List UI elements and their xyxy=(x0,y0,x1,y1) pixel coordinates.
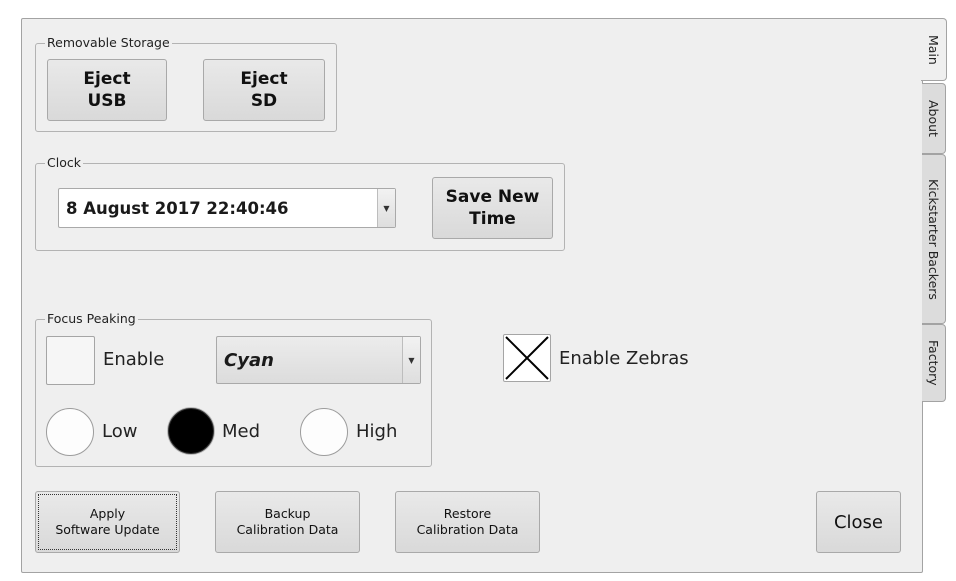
removable-storage-group: Removable Storage Eject USB Eject SD xyxy=(35,35,337,132)
radio-med-label: Med xyxy=(222,421,261,442)
save-new-time-button[interactable]: Save New Time xyxy=(432,177,553,239)
chevron-down-icon[interactable]: ▼ xyxy=(402,337,420,383)
tab-kickstarter-backers[interactable]: Kickstarter Backers xyxy=(922,154,946,324)
restore-calibration-button[interactable]: Restore Calibration Data xyxy=(395,491,540,553)
focus-peaking-title: Focus Peaking xyxy=(45,311,138,327)
close-button[interactable]: Close xyxy=(816,491,901,553)
radio-high[interactable] xyxy=(300,408,348,456)
chevron-down-icon[interactable]: ▼ xyxy=(377,189,395,227)
eject-sd-button[interactable]: Eject SD xyxy=(203,59,325,121)
eject-usb-button[interactable]: Eject USB xyxy=(47,59,167,121)
focus-peaking-group: Focus Peaking Enable Cyan ▼ Low Med High xyxy=(35,311,432,467)
apply-software-update-button[interactable]: Apply Software Update xyxy=(35,491,180,553)
eject-sd-label: Eject SD xyxy=(240,69,288,111)
tab-kickstarter-backers-label: Kickstarter Backers xyxy=(926,178,941,300)
datetime-value: 8 August 2017 22:40:46 xyxy=(66,198,289,218)
tab-about[interactable]: About xyxy=(922,83,946,154)
removable-storage-title: Removable Storage xyxy=(45,35,172,51)
focus-peaking-enable-checkbox[interactable] xyxy=(46,336,95,385)
close-label: Close xyxy=(833,511,884,533)
restore-calibration-label: Restore Calibration Data xyxy=(416,506,519,537)
check-x-icon xyxy=(505,336,549,380)
eject-usb-label: Eject USB xyxy=(83,69,131,111)
main-panel: Removable Storage Eject USB Eject SD Clo… xyxy=(21,18,923,573)
radio-low[interactable] xyxy=(46,408,94,456)
focus-peaking-enable-label: Enable xyxy=(103,349,165,370)
radio-med[interactable] xyxy=(168,408,214,454)
radio-low-label: Low xyxy=(102,421,138,442)
save-new-time-label: Save New Time xyxy=(445,187,540,229)
clock-title: Clock xyxy=(45,155,83,171)
backup-calibration-label: Backup Calibration Data xyxy=(236,506,339,537)
zebras-checkbox[interactable] xyxy=(503,334,551,382)
peaking-color-select[interactable]: Cyan ▼ xyxy=(216,336,421,384)
tab-about-label: About xyxy=(926,100,941,137)
zebras-label: Enable Zebras xyxy=(559,348,689,369)
tab-factory-label: Factory xyxy=(926,340,941,386)
tab-main-label: Main xyxy=(926,34,941,65)
clock-group: Clock 8 August 2017 22:40:46 ▼ Save New … xyxy=(35,155,565,251)
radio-high-label: High xyxy=(356,421,398,442)
datetime-select[interactable]: 8 August 2017 22:40:46 ▼ xyxy=(58,188,396,228)
tab-factory[interactable]: Factory xyxy=(922,324,946,402)
tab-main[interactable]: Main xyxy=(921,18,947,81)
apply-software-update-label: Apply Software Update xyxy=(55,506,160,537)
peaking-color-value: Cyan xyxy=(224,349,274,371)
backup-calibration-button[interactable]: Backup Calibration Data xyxy=(215,491,360,553)
